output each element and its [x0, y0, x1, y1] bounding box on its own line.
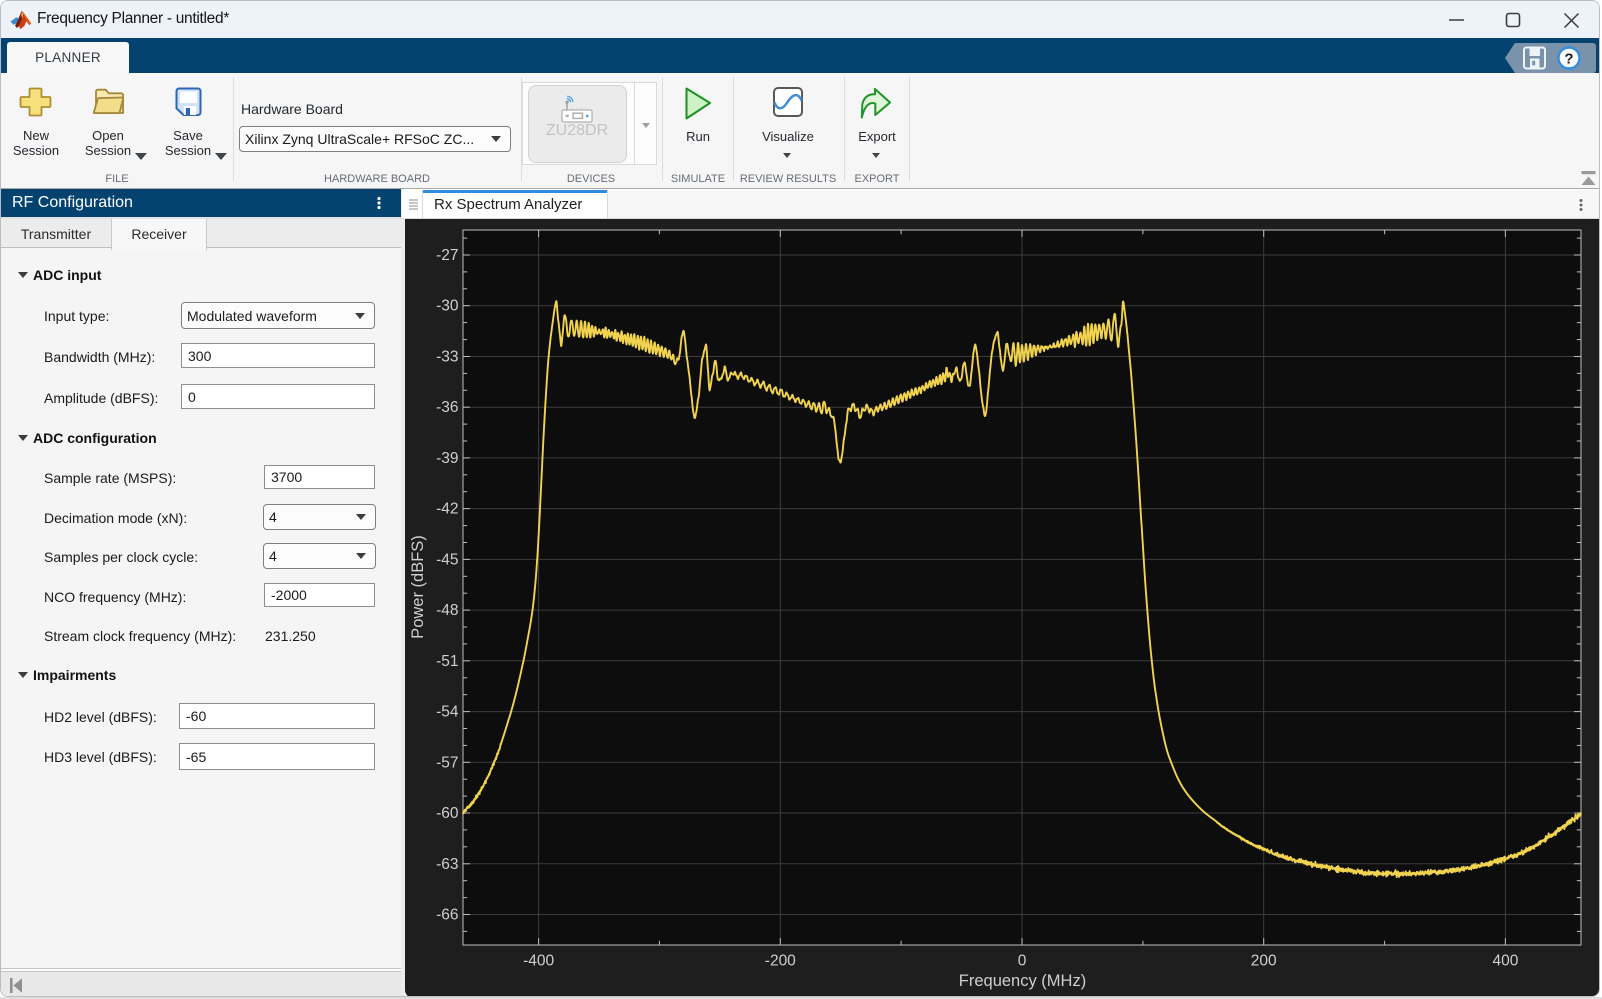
svg-text:?: ? [1564, 51, 1573, 68]
svg-text:-66: -66 [436, 907, 458, 924]
svg-text:-400: -400 [523, 952, 554, 969]
svg-text:400: 400 [1492, 952, 1518, 969]
svg-text:-27: -27 [436, 247, 458, 264]
svg-text:-54: -54 [436, 704, 459, 721]
svg-text:-48: -48 [436, 602, 458, 619]
svg-text:-57: -57 [436, 754, 458, 771]
svg-text:-200: -200 [765, 952, 796, 969]
svg-text:-30: -30 [436, 298, 459, 315]
svg-text:-63: -63 [436, 856, 458, 873]
svg-text:-51: -51 [436, 653, 458, 670]
svg-text:Power (dBFS): Power (dBFS) [409, 535, 427, 639]
svg-text:-39: -39 [436, 450, 458, 467]
svg-text:-60: -60 [436, 805, 459, 822]
svg-text:-45: -45 [436, 551, 458, 568]
svg-text:-42: -42 [436, 501, 458, 518]
svg-text:-33: -33 [436, 349, 458, 366]
svg-text:0: 0 [1018, 952, 1027, 969]
svg-text:200: 200 [1251, 952, 1277, 969]
svg-text:-36: -36 [436, 399, 458, 416]
svg-text:Frequency (MHz): Frequency (MHz) [959, 972, 1086, 990]
